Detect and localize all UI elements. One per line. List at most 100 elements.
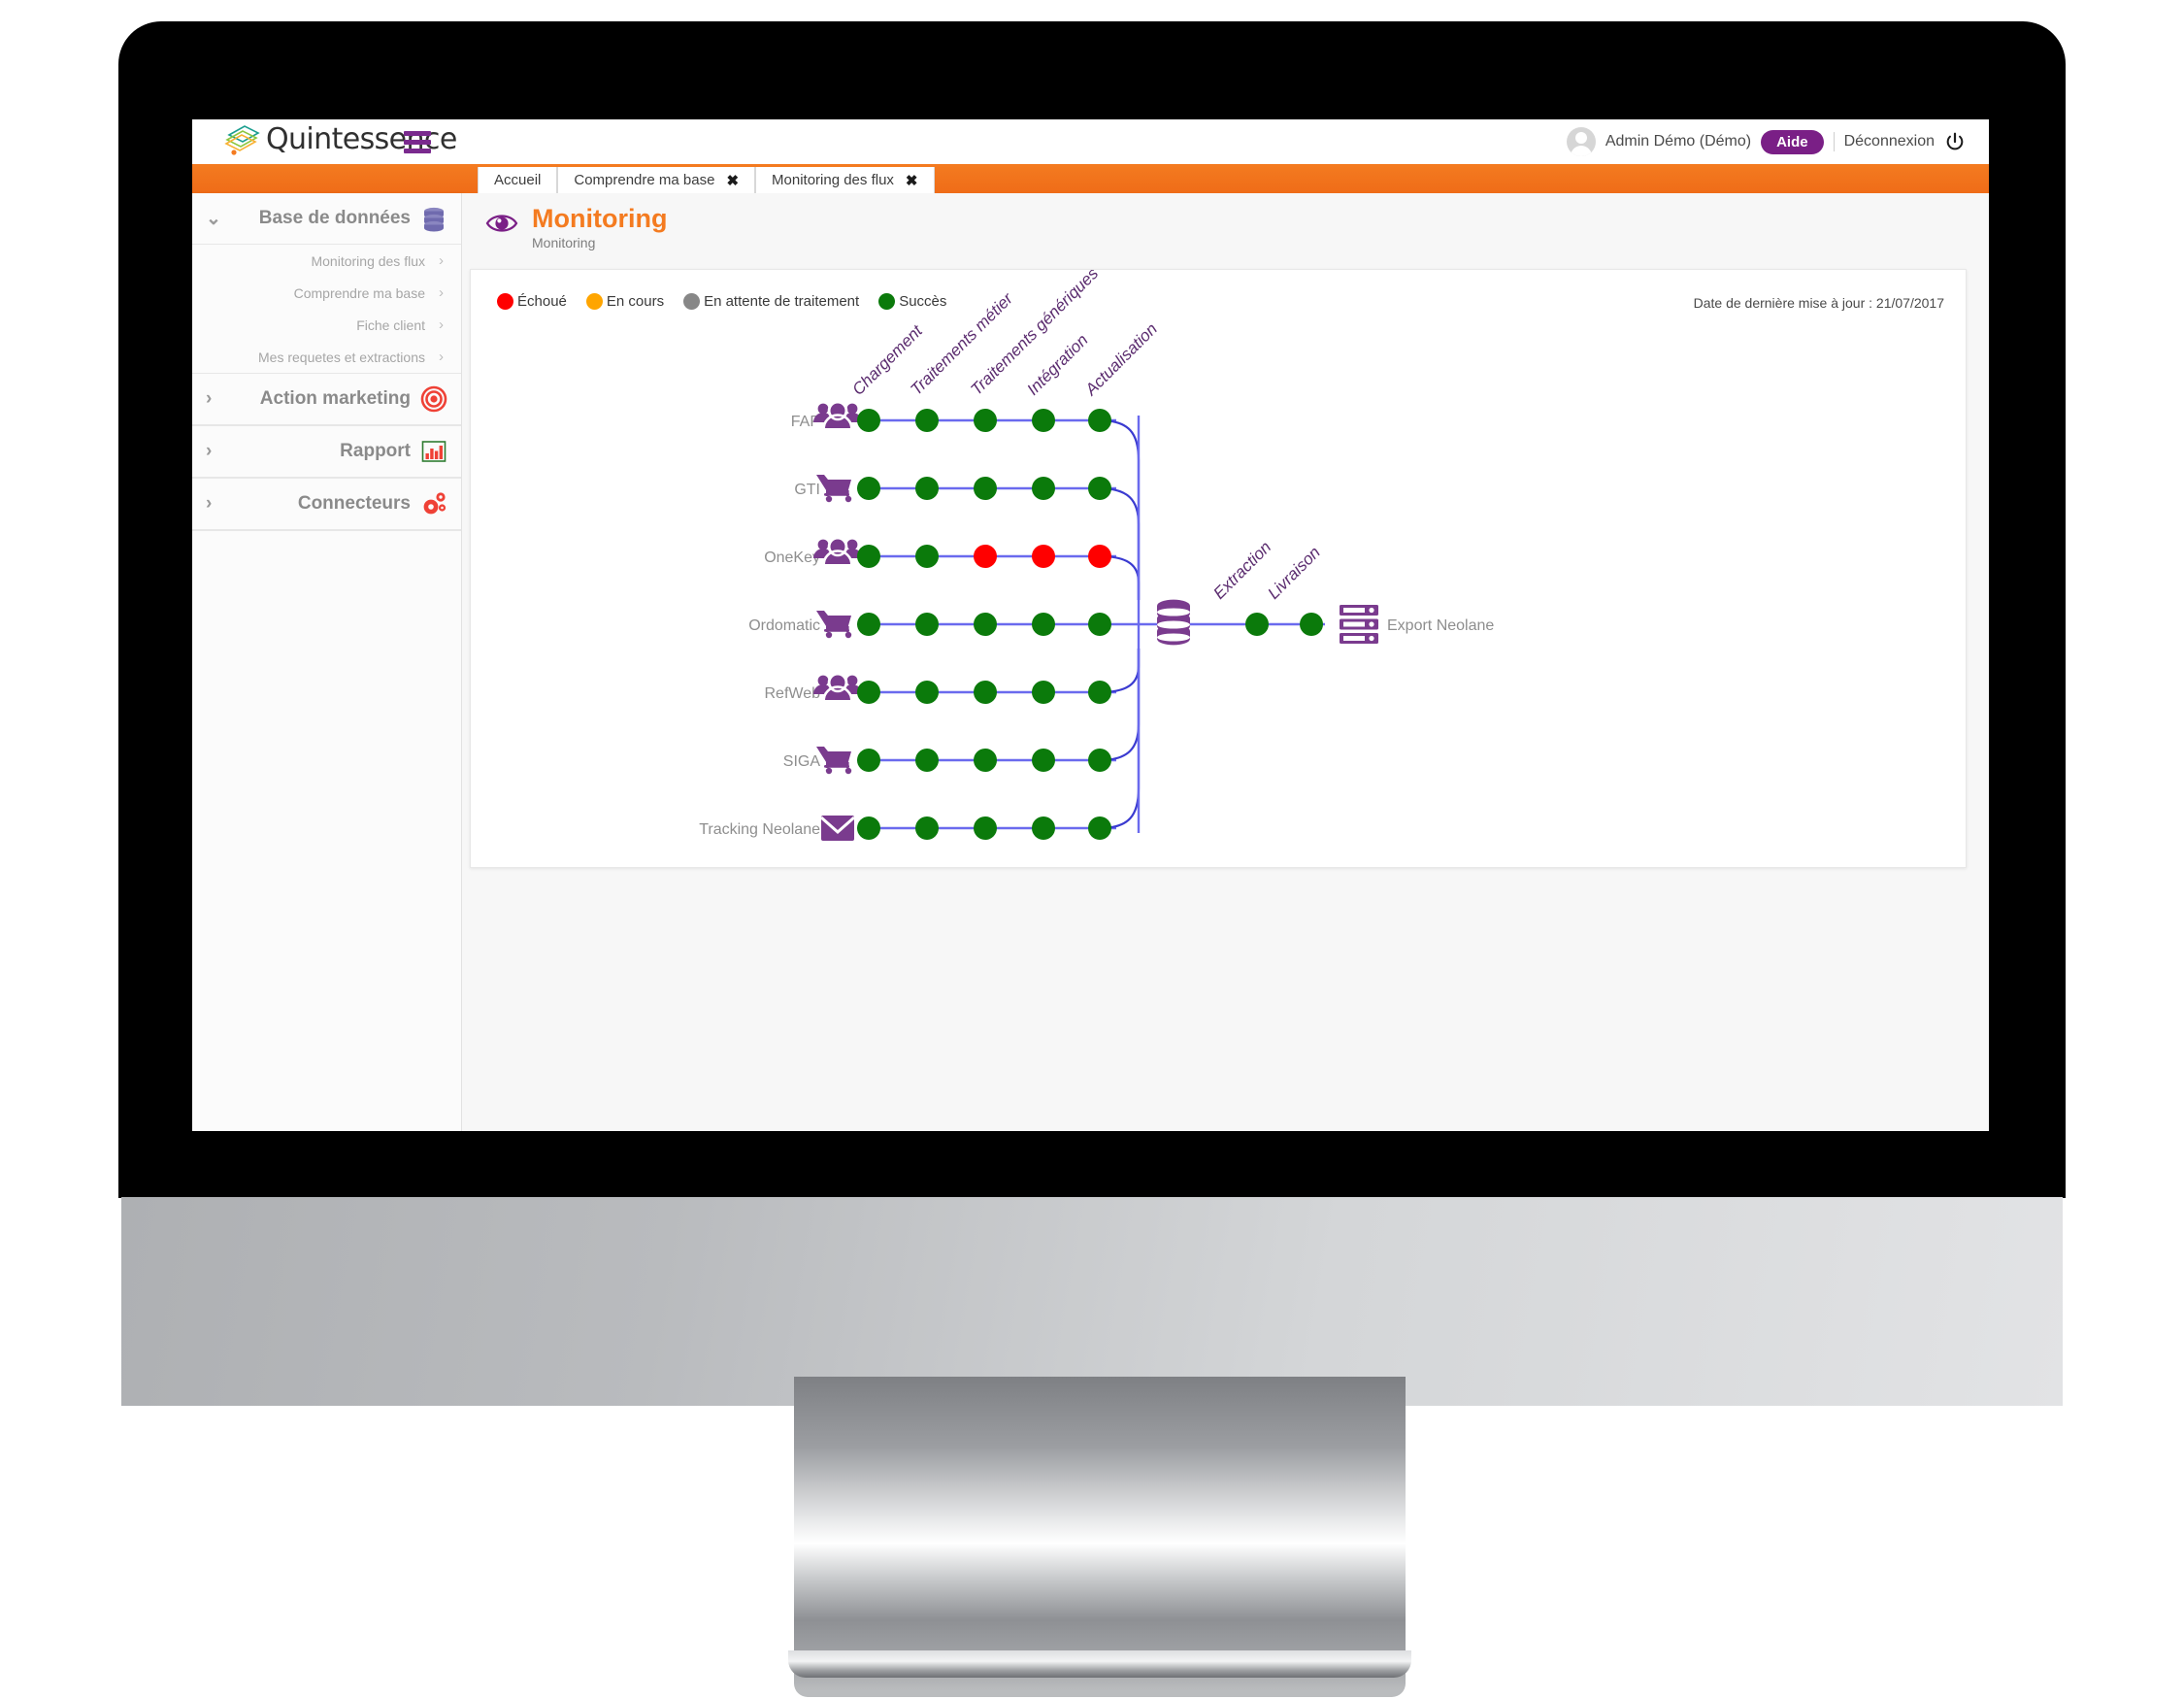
sidebar-item-fiche-client[interactable]: Fiche client › (192, 309, 461, 341)
tab-comprendre-ma-base[interactable]: Comprendre ma base ✖ (557, 167, 756, 193)
status-node-extraction[interactable] (1245, 613, 1269, 636)
status-node-livraison[interactable] (1300, 613, 1323, 636)
status-node[interactable] (1088, 409, 1111, 432)
sidebar-sub-label: Mes requetes et extractions (258, 349, 425, 365)
source-label: GTI (794, 482, 820, 498)
avatar[interactable] (1566, 127, 1596, 156)
sidebar-divider (192, 530, 461, 531)
status-node[interactable] (974, 681, 997, 704)
output-label: Export Neolane (1387, 617, 1494, 634)
status-node[interactable] (915, 816, 939, 840)
tab-label: Comprendre ma base (574, 172, 715, 188)
eye-icon (485, 215, 518, 232)
chevron-right-icon: › (439, 349, 444, 365)
status-node[interactable] (915, 613, 939, 636)
tab-accueil[interactable]: Accueil (478, 167, 558, 193)
status-node[interactable] (1032, 477, 1055, 500)
status-node[interactable] (1032, 749, 1055, 772)
status-node[interactable] (915, 545, 939, 568)
app-header: Quintessence Admin Démo (Démo) Aide Déco… (192, 119, 1989, 165)
status-node[interactable] (1032, 613, 1055, 636)
source-label: SIGA (783, 753, 821, 770)
bar-chart-icon (421, 441, 447, 462)
source-label: Tracking Neolane (699, 821, 820, 838)
status-node[interactable] (1088, 613, 1111, 636)
status-node[interactable] (857, 816, 880, 840)
monitor-stand-foot (788, 1650, 1411, 1678)
flow-row: RefWeb (764, 672, 1111, 704)
status-node[interactable] (915, 477, 939, 500)
sidebar-item-monitoring-des-flux[interactable]: Monitoring des flux › (192, 245, 461, 277)
status-node[interactable] (1032, 681, 1055, 704)
header-actions: Admin Démo (Démo) Aide Déconnexion (1566, 119, 1966, 164)
tab-bar: Accueil Comprendre ma base ✖ Monitoring … (478, 167, 935, 193)
power-icon[interactable] (1944, 131, 1966, 152)
status-node[interactable] (857, 613, 880, 636)
sidebar-group-label: Rapport (340, 441, 411, 461)
sidebar-item-comprendre-ma-base[interactable]: Comprendre ma base › (192, 277, 461, 309)
chevron-right-icon: › (206, 493, 213, 514)
sidebar-sub-label: Fiche client (356, 316, 425, 333)
source-label: RefWeb (764, 685, 820, 702)
status-node[interactable] (915, 681, 939, 704)
status-node[interactable] (915, 409, 939, 432)
status-node[interactable] (1088, 816, 1111, 840)
people-icon (811, 400, 864, 431)
flow-row: OneKey (764, 536, 1111, 568)
status-node[interactable] (857, 409, 880, 432)
status-node[interactable] (915, 749, 939, 772)
status-node[interactable] (1032, 409, 1055, 432)
sidebar: ⌄ Base de données Monitoring des flux › (192, 193, 462, 1131)
people-icon (811, 536, 864, 567)
tab-label: Monitoring des flux (772, 172, 894, 188)
tab-monitoring-des-flux[interactable]: Monitoring des flux ✖ (755, 167, 935, 193)
main-content: Monitoring Monitoring Échoué En cours En… (462, 193, 1989, 1131)
sidebar-item-rapport[interactable]: › Rapport (192, 426, 461, 478)
body: ⌄ Base de données Monitoring des flux › (192, 193, 1989, 1131)
status-node[interactable] (1088, 681, 1111, 704)
target-icon (420, 385, 447, 413)
user-name: Admin Démo (Démo) (1605, 133, 1752, 150)
chevron-right-icon: › (206, 388, 213, 409)
stage-label: Traitements métier (907, 288, 1017, 399)
status-node[interactable] (857, 545, 880, 568)
monitor-frame: Quintessence Admin Démo (Démo) Aide Déco… (0, 0, 2184, 1699)
screen: Quintessence Admin Démo (Démo) Aide Déco… (192, 119, 1989, 1131)
status-node[interactable] (974, 749, 997, 772)
database-icon[interactable] (1157, 599, 1190, 646)
chevron-down-icon: ⌄ (206, 208, 221, 229)
page-subtitle: Monitoring (532, 235, 596, 251)
sidebar-item-connecteurs[interactable]: › Connecteurs (192, 479, 461, 530)
status-node[interactable] (1032, 816, 1055, 840)
header-divider (1833, 132, 1835, 151)
sidebar-item-base-de-donnees[interactable]: ⌄ Base de données (192, 193, 461, 245)
status-node[interactable] (974, 477, 997, 500)
chevron-right-icon: › (439, 284, 444, 301)
status-node[interactable] (857, 749, 880, 772)
hamburger-icon[interactable] (404, 131, 431, 154)
chevron-right-icon: › (439, 252, 444, 269)
stage-label: Actualisation (1081, 319, 1161, 399)
status-node[interactable] (974, 613, 997, 636)
close-icon[interactable]: ✖ (906, 172, 918, 189)
status-node[interactable] (974, 545, 997, 568)
status-node[interactable] (1032, 545, 1055, 568)
help-button[interactable]: Aide (1761, 129, 1824, 154)
chevron-right-icon: › (206, 441, 213, 461)
status-node[interactable] (1088, 749, 1111, 772)
status-node[interactable] (1088, 477, 1111, 500)
sidebar-item-mes-requetes-et-extractions[interactable]: Mes requetes et extractions › (192, 341, 461, 373)
status-node[interactable] (857, 681, 880, 704)
sidebar-item-action-marketing[interactable]: › Action marketing (192, 374, 461, 425)
status-node[interactable] (1088, 545, 1111, 568)
monitor-chin (121, 1197, 2063, 1406)
status-node[interactable] (857, 477, 880, 500)
monitoring-card: Échoué En cours En attente de traitement (470, 269, 1967, 868)
sidebar-group-label: Action marketing (259, 388, 411, 409)
sidebar-group-label: Base de données (258, 208, 411, 228)
status-node[interactable] (974, 409, 997, 432)
server-icon[interactable] (1340, 605, 1378, 644)
close-icon[interactable]: ✖ (726, 172, 739, 189)
logout-link[interactable]: Déconnexion (1844, 133, 1935, 150)
status-node[interactable] (974, 816, 997, 840)
